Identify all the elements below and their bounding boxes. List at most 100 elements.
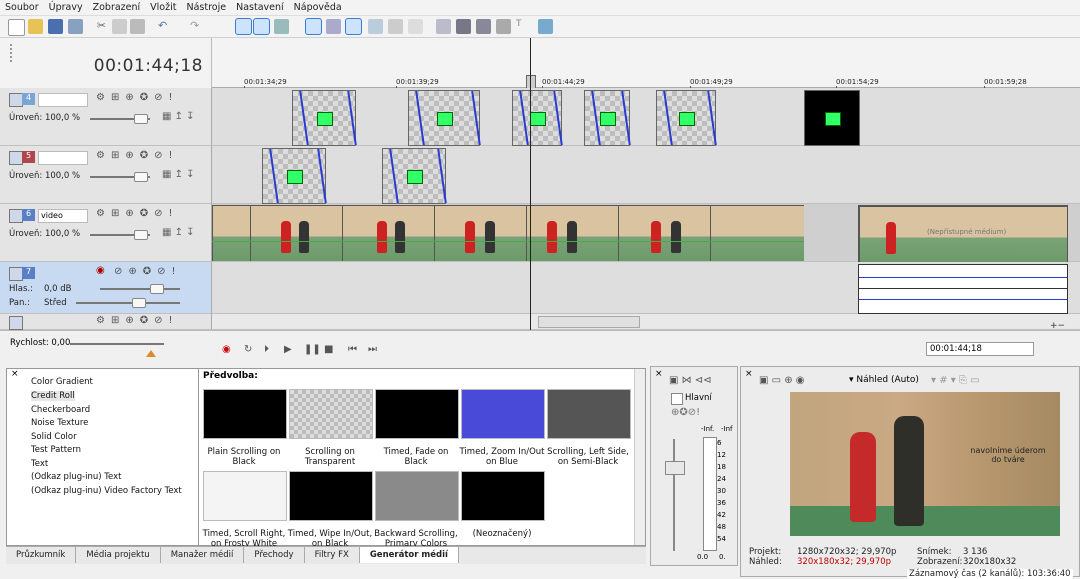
generator-item[interactable]: Text	[31, 459, 48, 469]
menu-nastroje[interactable]: Nástroje	[181, 0, 231, 13]
record-arm-icon[interactable]: ◉	[96, 265, 105, 276]
level-slider-knob[interactable]	[134, 230, 148, 240]
title-clip[interactable]	[261, 148, 327, 204]
menu-zobrazeni[interactable]: Zobrazení	[88, 0, 146, 13]
preset-thumb[interactable]	[375, 471, 459, 521]
preset-thumb[interactable]	[375, 389, 459, 439]
scrollbar-thumb[interactable]	[538, 316, 640, 328]
play-icon[interactable]: ▶	[284, 344, 292, 355]
menu-soubor[interactable]: Soubor	[0, 0, 44, 13]
generator-item[interactable]: Noise Texture	[31, 418, 88, 428]
preview-quality-dropdown[interactable]: ▾ Náhled (Auto)	[849, 375, 919, 385]
presets-scrollbar[interactable]	[634, 369, 645, 545]
panel-close-icon[interactable]: ×	[11, 369, 19, 379]
stop-icon[interactable]: ■	[324, 344, 333, 355]
preset-thumb[interactable]	[289, 471, 373, 521]
title-clip[interactable]	[407, 90, 481, 146]
help-icon[interactable]	[538, 19, 553, 34]
track-motion-icon[interactable]: ▦ ↥ ↧	[162, 169, 195, 180]
generator-item[interactable]: Checkerboard	[31, 405, 90, 415]
preview-close-icon[interactable]: ×	[745, 369, 753, 379]
track-fx-icons[interactable]: ⚙⊞⊕✪⊘!	[96, 150, 179, 161]
pan-slider-knob[interactable]	[132, 298, 146, 308]
tab-project-media[interactable]: Média projektu	[76, 547, 161, 563]
redo-icon[interactable]: ↷	[190, 19, 205, 34]
tab-explorer[interactable]: Průzkumník	[6, 547, 77, 563]
go-to-start-icon[interactable]: ⏮	[348, 344, 357, 355]
tab-transitions[interactable]: Přechody	[244, 547, 305, 563]
track-header-7[interactable]: 7 ◉ ⊘⊕✪⊘! Hlas.: 0,0 dB Pan.: Střed	[0, 262, 212, 314]
lock-envelopes-icon[interactable]	[326, 19, 341, 34]
generator-item[interactable]: Color Gradient	[31, 377, 93, 387]
menu-nastaveni[interactable]: Nastavení	[231, 0, 289, 13]
auto-ripple-icon[interactable]	[305, 18, 322, 35]
drag-handle-icon[interactable]	[10, 44, 14, 62]
level-slider-knob[interactable]	[134, 114, 148, 124]
preset-thumb[interactable]	[203, 471, 287, 521]
zoom-buttons[interactable]: +−	[1050, 321, 1065, 331]
paste-icon[interactable]	[130, 19, 145, 34]
preview-toolbar-icons[interactable]: ▣ ▭ ⊕ ◉	[759, 375, 805, 386]
track-lane-6[interactable]: (Nepřístupné médium)	[212, 204, 1080, 263]
track-fx-icons[interactable]: ⚙⊞⊕✪⊘!	[96, 92, 179, 103]
track-motion-icon[interactable]: ▦ ↥ ↧	[162, 227, 195, 238]
audio-clip[interactable]	[858, 264, 1068, 314]
normal-edit-tool-icon[interactable]	[235, 18, 252, 35]
track-header-8[interactable]: ⚙⊞⊕✪⊘!	[0, 314, 212, 330]
menu-vlozit[interactable]: Vložit	[145, 0, 181, 13]
preset-thumb[interactable]	[289, 389, 373, 439]
preset-thumb[interactable]	[203, 389, 287, 439]
open-folder-icon[interactable]	[28, 19, 43, 34]
markers-icon[interactable]	[436, 19, 451, 34]
title-clip[interactable]	[381, 148, 447, 204]
title-clip[interactable]	[291, 90, 357, 146]
track-lane-7[interactable]	[212, 262, 1080, 314]
go-to-end-icon[interactable]: ⏭	[368, 344, 377, 355]
track-fx-icons[interactable]: ⊘⊕✪⊘!	[114, 266, 182, 277]
menu-napoveda[interactable]: Nápověda	[289, 0, 347, 13]
track-name-field[interactable]: video	[38, 209, 88, 223]
mixer-fx-icons[interactable]: ⊕✪⊘!	[671, 407, 700, 418]
envelope-tool-icon[interactable]	[253, 18, 270, 35]
level-slider-knob[interactable]	[134, 172, 148, 182]
speed-slider[interactable]	[70, 343, 164, 345]
generator-item[interactable]: Test Pattern	[31, 445, 81, 455]
master-fader-knob[interactable]	[665, 461, 685, 475]
render-icon[interactable]	[456, 19, 471, 34]
timeline-ruler[interactable]: 00:01:34;29 00:01:39;29 00:01:44;29 00:0…	[212, 38, 1080, 94]
track-fx-icons[interactable]: ⚙⊞⊕✪⊘!	[96, 208, 179, 219]
track-name-field[interactable]	[38, 151, 88, 165]
track-motion-icon[interactable]: ▦ ↥ ↧	[162, 111, 195, 122]
track-header-6[interactable]: 6 video ⚙⊞⊕✪⊘! Úroveň: 100,0 % ▦ ↥ ↧	[0, 204, 212, 262]
track-fx-icons[interactable]: ⚙⊞⊕✪⊘!	[96, 315, 179, 326]
generator-item[interactable]: Solid Color	[31, 432, 77, 442]
track-name-field[interactable]	[38, 93, 88, 107]
search-icon[interactable]	[408, 19, 423, 34]
playhead-handle[interactable]	[526, 75, 536, 89]
track-lane-5[interactable]	[212, 146, 1080, 204]
burn-icon[interactable]	[476, 19, 491, 34]
master-fader-track[interactable]	[673, 439, 675, 551]
transport-time-field[interactable]: 00:01:44;18	[926, 342, 1034, 356]
timeline-scrollbar[interactable]	[212, 314, 1080, 330]
record-icon[interactable]: ◉	[222, 344, 231, 355]
generator-item[interactable]: (Odkaz plug-inu) Text	[31, 472, 122, 482]
tab-media-generator[interactable]: Generátor médií	[359, 547, 459, 563]
snap-icon[interactable]	[274, 19, 289, 34]
track-lane-4[interactable]	[212, 88, 1080, 146]
volume-slider-knob[interactable]	[150, 284, 164, 294]
preset-thumb[interactable]	[547, 389, 631, 439]
properties-icon[interactable]	[68, 19, 83, 34]
tab-fx-filters[interactable]: Filtry FX	[305, 547, 360, 563]
track-header-5[interactable]: 5 ⚙⊞⊕✪⊘! Úroveň: 100,0 % ▦ ↥ ↧	[0, 146, 212, 204]
undo-icon[interactable]: ↶	[158, 19, 173, 34]
generator-item[interactable]: (Odkaz plug-inu) Video Factory Text	[31, 486, 182, 496]
pan-slider[interactable]	[76, 302, 180, 304]
generator-item-selected[interactable]: Credit Roll	[31, 391, 75, 401]
title-clip[interactable]	[655, 90, 717, 146]
zoom-icon[interactable]	[388, 19, 403, 34]
enable-snapping-icon[interactable]	[368, 19, 383, 34]
pause-icon[interactable]: ❚❚	[304, 344, 321, 355]
cut-icon[interactable]: ✂	[94, 19, 109, 34]
title-clip[interactable]	[511, 90, 563, 146]
